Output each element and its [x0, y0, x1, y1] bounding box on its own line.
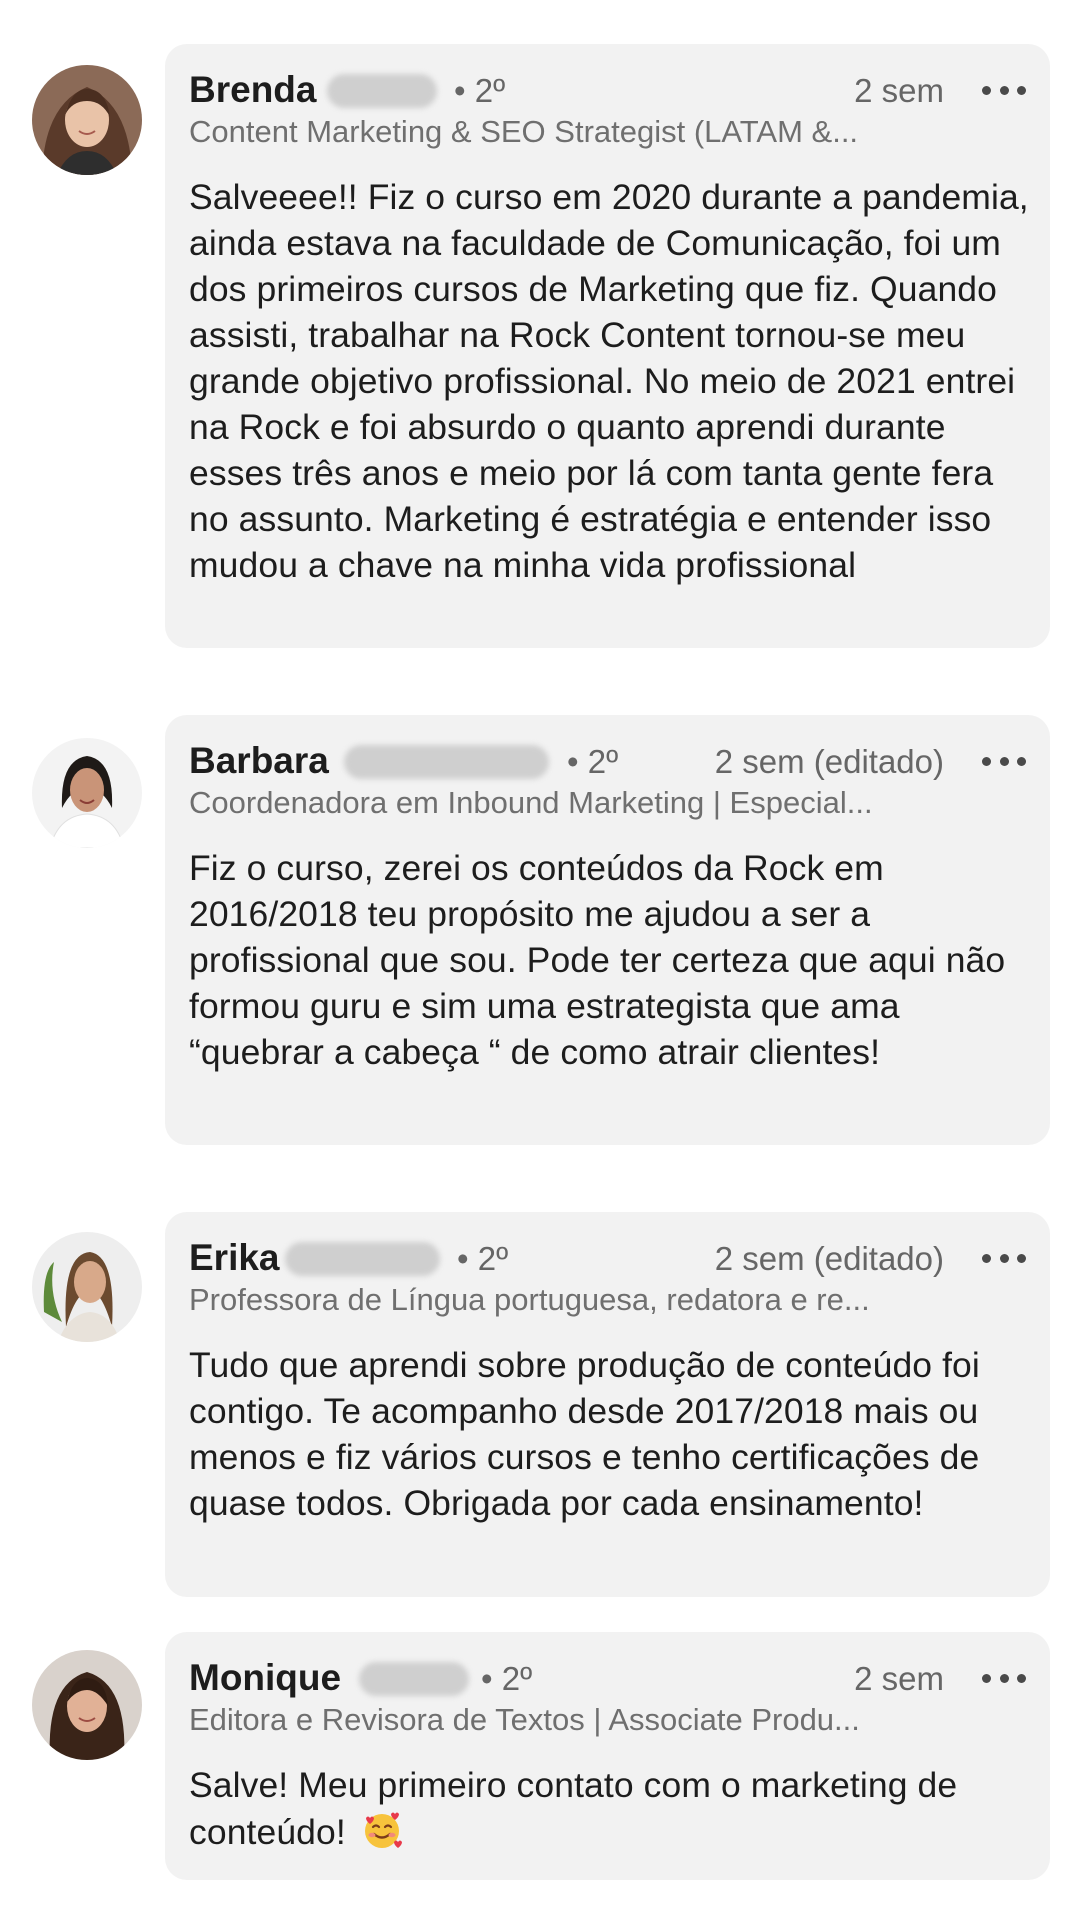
redacted-surname: [344, 745, 549, 779]
comment-text: Salve! Meu primeiro contato com o market…: [189, 1765, 958, 1852]
timestamp: 2 sem: [854, 1660, 944, 1697]
profile-photo-avatar: [32, 65, 142, 175]
comment-header: Monique • 2º 2 sem: [189, 1654, 1026, 1700]
author-headline: Editora e Revisora de Textos | Associate…: [189, 1702, 860, 1737]
avatar[interactable]: [32, 1650, 142, 1760]
comment-text: Tudo que aprendi sobre produção de conte…: [189, 1345, 980, 1523]
profile-photo-avatar: [32, 1232, 142, 1342]
avatar[interactable]: [32, 1232, 142, 1342]
author-headline: Content Marketing & SEO Strategist (LATA…: [189, 114, 859, 149]
redacted-surname: [285, 1242, 440, 1276]
comment-bubble: Barbara • 2º 2 sem (editado) Coordenador…: [165, 715, 1050, 1145]
more-horizontal-icon[interactable]: [982, 78, 1026, 102]
connection-degree: • 2º: [481, 1660, 533, 1697]
author-headline: Professora de Língua portuguesa, redator…: [189, 1282, 870, 1317]
author-name[interactable]: Barbara: [189, 739, 329, 783]
redacted-surname: [359, 1662, 469, 1696]
more-horizontal-icon[interactable]: [982, 1666, 1026, 1690]
author-headline: Coordenadora em Inbound Marketing | Espe…: [189, 785, 873, 820]
smiling-face-with-hearts-icon: [364, 1812, 402, 1848]
redacted-surname: [327, 74, 437, 108]
timestamp: 2 sem (editado): [714, 743, 944, 780]
comment-text-block: Salve! Meu primeiro contato com o market…: [189, 1762, 1030, 1855]
author-name[interactable]: Monique: [189, 1656, 341, 1700]
comment-item: Brenda • 2º 2 sem Content Marketing & SE…: [0, 0, 1080, 648]
connection-degree: • 2º: [457, 1240, 509, 1277]
profile-photo-avatar: [32, 738, 142, 848]
comment-header: Brenda • 2º 2 sem: [189, 66, 1026, 112]
more-horizontal-icon[interactable]: [982, 749, 1026, 773]
comment-text: Fiz o curso, zerei os conteúdos da Rock …: [189, 848, 1006, 1072]
comment-bubble: Erika • 2º 2 sem (editado) Professora de…: [165, 1212, 1050, 1597]
more-horizontal-icon[interactable]: [982, 1246, 1026, 1270]
connection-degree: • 2º: [454, 72, 506, 109]
avatar[interactable]: [32, 738, 142, 848]
profile-photo-avatar: [32, 1650, 142, 1760]
comment-header: Barbara • 2º 2 sem (editado): [189, 737, 1026, 783]
author-name[interactable]: Brenda: [189, 68, 316, 112]
comment-header: Erika • 2º 2 sem (editado): [189, 1234, 1026, 1280]
author-name[interactable]: Erika: [189, 1236, 280, 1280]
avatar[interactable]: [32, 65, 142, 175]
comment-text: Salveeee!! Fiz o curso em 2020 durante a…: [189, 177, 1029, 585]
timestamp: 2 sem (editado): [714, 1240, 944, 1277]
timestamp: 2 sem: [854, 72, 944, 109]
comment-bubble: Monique • 2º 2 sem Editora e Revisora de…: [165, 1632, 1050, 1880]
connection-degree: • 2º: [567, 743, 619, 780]
comment-bubble: Brenda • 2º 2 sem Content Marketing & SE…: [165, 44, 1050, 648]
